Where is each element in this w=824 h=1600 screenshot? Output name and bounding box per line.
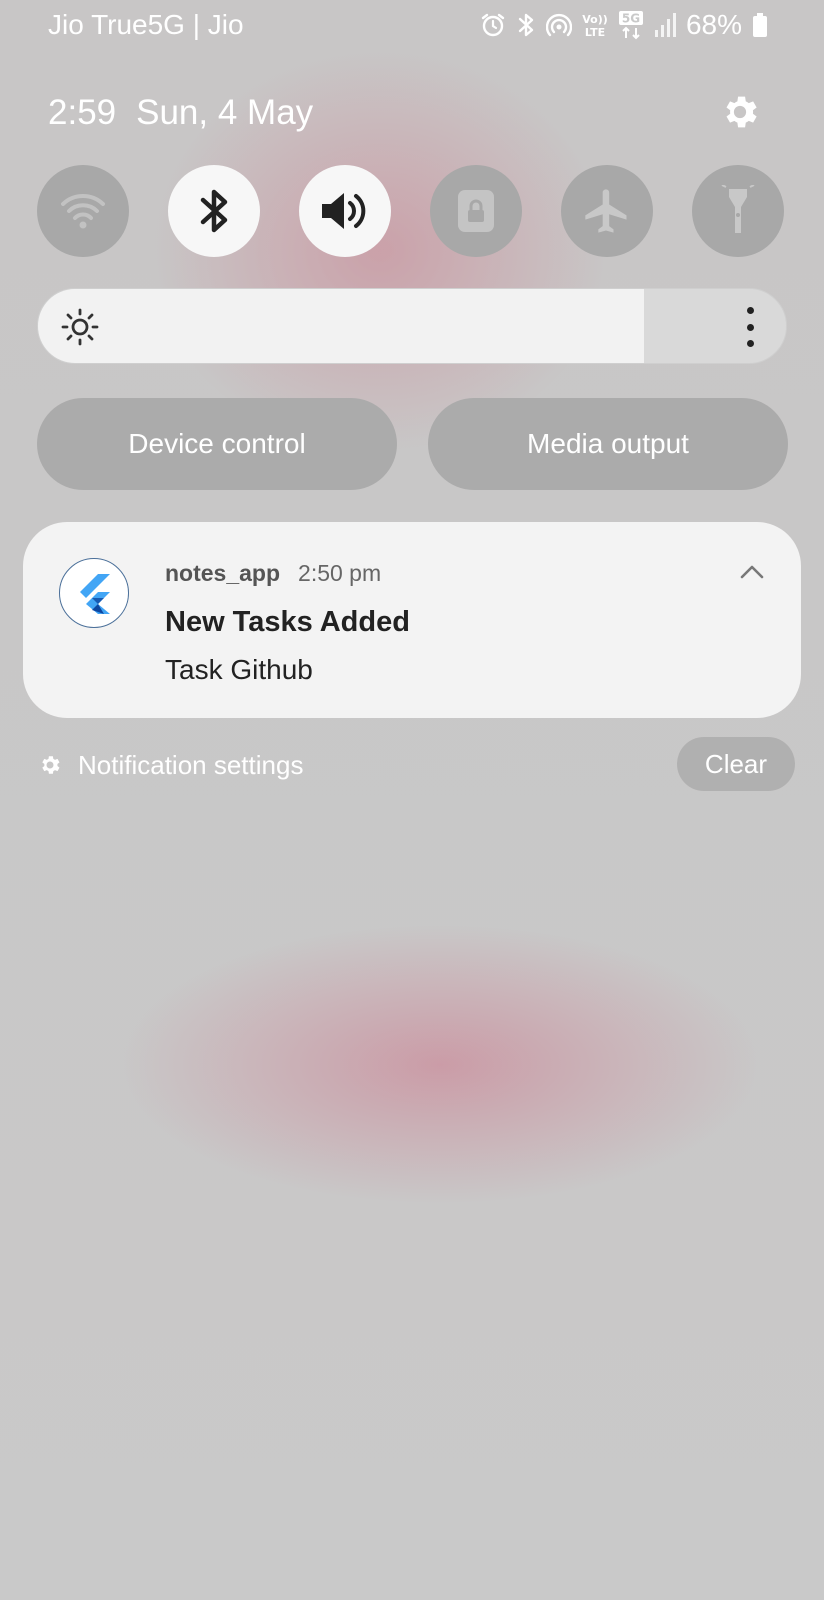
tile-sound[interactable] [299,165,391,257]
clock-date-text: Sun, 4 May [136,93,314,132]
battery-icon [753,13,767,37]
volte-icon: Vo)) LTE [582,13,608,39]
volume-icon [322,193,366,229]
settings-button[interactable] [718,90,762,134]
notification-header: notes_app 2:50 pm [165,558,381,588]
signal-icon [654,13,676,37]
notification-app-name: notes_app [165,560,281,586]
notification-time: 2:50 pm [298,560,382,586]
app-icon [59,558,129,628]
notification-settings-link[interactable]: Notification settings [38,745,303,785]
network-type-label: 5G [622,12,640,26]
bluetooth-icon [200,189,228,233]
notification-card[interactable]: notes_app 2:50 pm New Tasks Added Task Gi… [23,522,801,718]
gear-icon [726,96,757,128]
clock-date: 2:59 Sun, 4 May [48,88,333,138]
flashlight-icon [721,185,755,233]
tile-wifi[interactable] [37,165,129,257]
notification-settings-label: Notification settings [78,749,304,780]
brightness-fill [38,289,644,363]
notification-title: New Tasks Added [165,606,410,638]
sun-icon [61,308,99,346]
battery-percent: 68% [685,9,742,40]
status-icons: Vo)) LTE 5G 68% [480,8,768,42]
flutter-icon [80,574,110,614]
carrier-label: Jio True5G | Jio [48,9,244,40]
volte-top-label: Vo)) [582,13,608,26]
clock-time: 2:59 [48,93,117,132]
clear-button[interactable]: Clear [677,737,795,791]
more-vertical-icon[interactable] [740,305,760,349]
tile-bluetooth[interactable] [168,165,260,257]
bluetooth-icon [518,13,534,37]
hotspot-icon [545,13,572,37]
alarm-icon [481,13,505,37]
5g-icon: 5G [618,11,643,40]
volte-bottom-label: LTE [585,26,605,39]
chevron-up-icon[interactable] [737,558,767,588]
tile-flashlight[interactable] [692,165,784,257]
device-control-button[interactable]: Device control [37,398,397,490]
lock-icon [458,190,494,232]
airplane-icon [585,189,627,233]
notification-body: Task Github [165,654,313,685]
gear-icon [42,756,60,774]
tile-rotation-lock[interactable] [430,165,522,257]
wallpaper-blur [0,0,824,1600]
tile-airplane-mode[interactable] [561,165,653,257]
brightness-slider[interactable] [37,288,787,364]
media-output-button[interactable]: Media output [428,398,788,490]
wifi-icon [61,194,105,229]
